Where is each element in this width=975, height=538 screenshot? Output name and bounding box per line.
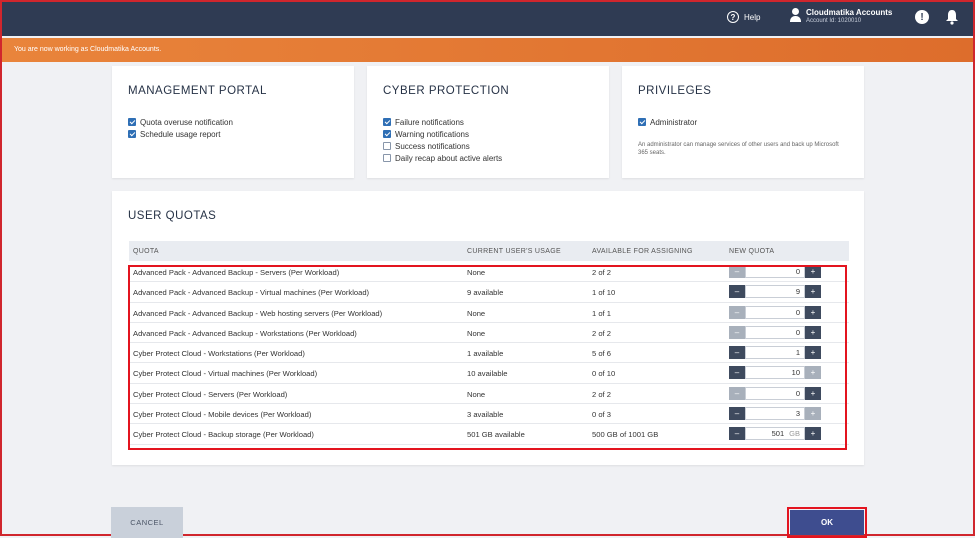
checkbox-label: Failure notifications	[395, 117, 464, 127]
checkbox[interactable]	[383, 154, 391, 162]
checkbox-label: Quota overuse notification	[140, 117, 233, 127]
privileges-card: PRIVILEGES Administrator An administrato…	[622, 66, 864, 178]
cyber-title: CYBER PROTECTION	[383, 85, 510, 97]
ok-button[interactable]: OK	[790, 510, 864, 535]
quotas-title: USER QUOTAS	[128, 210, 217, 222]
cyber-protection-card: CYBER PROTECTION Failure notifications Wa…	[367, 66, 609, 178]
help-icon: ?	[727, 11, 739, 23]
impersonation-banner: You are now working as Cloudmatika Accou…	[2, 38, 973, 62]
checkbox[interactable]	[638, 118, 646, 126]
checkbox-row[interactable]: Failure notifications	[383, 116, 502, 128]
help-label: Help	[744, 12, 761, 22]
management-title: MANAGEMENT PORTAL	[128, 85, 267, 97]
account-id: Account Id: 1020010	[806, 18, 862, 24]
checkbox-label: Success notifications	[395, 141, 470, 151]
account-name: Cloudmatika Accounts	[806, 8, 893, 17]
top-bar: ? Help Cloudmatika Accounts Account Id: …	[2, 2, 973, 36]
rows-highlight	[128, 265, 847, 450]
checkbox-row[interactable]: Schedule usage report	[128, 128, 233, 140]
checkbox[interactable]	[128, 118, 136, 126]
checkbox-row[interactable]: Warning notifications	[383, 128, 502, 140]
account-menu[interactable]: Cloudmatika Accounts Account Id: 1020010	[790, 8, 892, 25]
checkbox-label: Administrator	[650, 117, 698, 127]
management-portal-card: MANAGEMENT PORTAL Quota overuse notifica…	[112, 66, 354, 178]
checkbox-label: Warning notifications	[395, 129, 469, 139]
cancel-button[interactable]: CANCEL	[111, 507, 183, 538]
checkbox[interactable]	[128, 130, 136, 138]
col-new-quota: NEW QUOTA	[729, 248, 775, 255]
checkbox[interactable]	[383, 130, 391, 138]
checkbox[interactable]	[383, 142, 391, 150]
checkbox-label: Schedule usage report	[140, 129, 221, 139]
cyber-checks: Failure notifications Warning notificatio…	[383, 116, 502, 164]
checkbox-row[interactable]: Success notifications	[383, 140, 502, 152]
checkbox-row[interactable]: Quota overuse notification	[128, 116, 233, 128]
col-available: AVAILABLE FOR ASSIGNING	[592, 248, 693, 255]
management-checks: Quota overuse notification Schedule usage…	[128, 116, 233, 140]
quota-table-header: QUOTA CURRENT USER'S USAGE AVAILABLE FOR…	[129, 241, 849, 261]
user-icon	[790, 8, 801, 22]
checkbox-row[interactable]: Daily recap about active alerts	[383, 152, 502, 164]
bell-icon[interactable]	[945, 9, 959, 25]
col-usage: CURRENT USER'S USAGE	[467, 248, 561, 255]
checkbox[interactable]	[383, 118, 391, 126]
checkbox-label: Daily recap about active alerts	[395, 153, 503, 163]
privileges-note: An administrator can manage services of …	[638, 142, 839, 156]
alert-icon[interactable]: !	[915, 10, 929, 24]
privileges-title: PRIVILEGES	[638, 85, 712, 97]
checkbox-row[interactable]: Administrator	[638, 116, 697, 128]
col-quota: QUOTA	[133, 248, 159, 255]
privileges-checks: Administrator	[638, 116, 697, 128]
help-link[interactable]: ? Help	[727, 11, 760, 23]
